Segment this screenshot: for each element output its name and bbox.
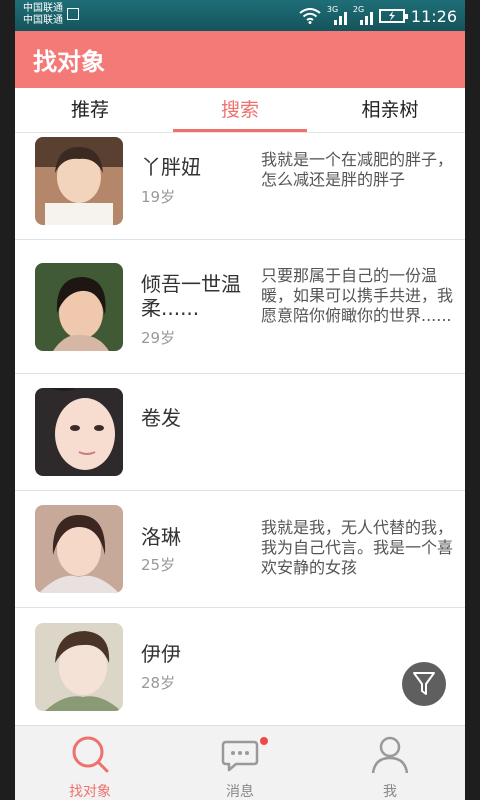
avatar[interactable] (35, 388, 123, 476)
avatar[interactable] (35, 505, 123, 593)
search-icon (72, 736, 109, 773)
nav-label: 我 (383, 784, 397, 800)
status-icons: 3G 2G 11:26 (299, 4, 457, 28)
avatar[interactable] (35, 263, 123, 351)
list-item[interactable]: 丫胖妞 19岁 我就是一个在减肥的胖子，怎么减还是胖的胖子 (15, 133, 465, 240)
profile-bio: 我就是一个在减肥的胖子，怎么减还是胖的胖子 (261, 150, 454, 189)
filter-funnel-icon (413, 672, 435, 695)
carrier-info: 中国联通 中国联通 (23, 3, 63, 27)
nav-messages[interactable]: 消息 (165, 726, 315, 800)
app-screen: 中国联通 中国联通 3G 2G 11:26 找对象 推荐 搜索 相亲树 丫胖妞 … (15, 0, 465, 800)
profile-bio: 我就是我，无人代替的我，我为自己代言。我是一个喜欢安静的女孩 (261, 518, 454, 577)
profile-list[interactable]: 丫胖妞 19岁 我就是一个在减肥的胖子，怎么减还是胖的胖子 倾吾一世温柔....… (15, 133, 465, 725)
filter-button[interactable] (402, 662, 446, 706)
nav-label: 找对象 (69, 784, 111, 800)
chat-bubble-icon (221, 740, 259, 772)
list-item[interactable]: 洛琳 25岁 我就是我，无人代替的我，我为自己代言。我是一个喜欢安静的女孩 (15, 491, 465, 608)
bottom-nav: 找对象 消息 我 (15, 725, 465, 800)
clock: 11:26 (410, 6, 457, 26)
battery-charging-icon (378, 9, 408, 23)
signal-icon: 3G (327, 5, 347, 25)
tab-matchmaking-tree[interactable]: 相亲树 (315, 88, 465, 132)
profile-name: 伊伊 (141, 642, 181, 666)
list-item[interactable]: 伊伊 28岁 (15, 608, 465, 725)
signal-icon: 2G (353, 5, 373, 25)
tab-bar: 推荐 搜索 相亲树 (15, 88, 465, 133)
tab-search[interactable]: 搜索 (165, 88, 315, 132)
avatar[interactable] (35, 623, 123, 711)
list-item[interactable]: 倾吾一世温柔...... 29岁 只要那属于自己的一份温暖，如果可以携手共进，我… (15, 240, 465, 374)
unread-badge (260, 737, 268, 745)
person-icon (371, 736, 409, 774)
tab-recommend[interactable]: 推荐 (15, 88, 165, 132)
app-bar: 找对象 (15, 31, 465, 88)
profile-age: 19岁 (141, 188, 176, 206)
list-item[interactable]: 卷发 (15, 374, 465, 491)
profile-name: 洛琳 (141, 525, 181, 549)
profile-bio: 只要那属于自己的一份温暖，如果可以携手共进，我愿意陪你俯瞰你的世界...... (261, 266, 454, 325)
profile-age: 29岁 (141, 329, 176, 347)
tab-indicator (173, 129, 307, 132)
profile-age: 25岁 (141, 556, 176, 574)
nav-find-match[interactable]: 找对象 (15, 726, 165, 800)
profile-age: 28岁 (141, 674, 176, 692)
status-bar: 中国联通 中国联通 3G 2G 11:26 (15, 0, 465, 31)
page-title: 找对象 (33, 48, 105, 76)
profile-name: 倾吾一世温柔...... (141, 272, 241, 320)
wifi-icon (299, 8, 321, 24)
nav-me[interactable]: 我 (315, 726, 465, 800)
avatar[interactable] (35, 137, 123, 225)
profile-name: 丫胖妞 (141, 155, 201, 179)
image-icon (67, 8, 79, 20)
carrier-label-1: 中国联通 (23, 3, 63, 14)
nav-label: 消息 (226, 784, 254, 800)
carrier-label-2: 中国联通 (23, 15, 63, 26)
profile-name: 卷发 (141, 406, 181, 430)
